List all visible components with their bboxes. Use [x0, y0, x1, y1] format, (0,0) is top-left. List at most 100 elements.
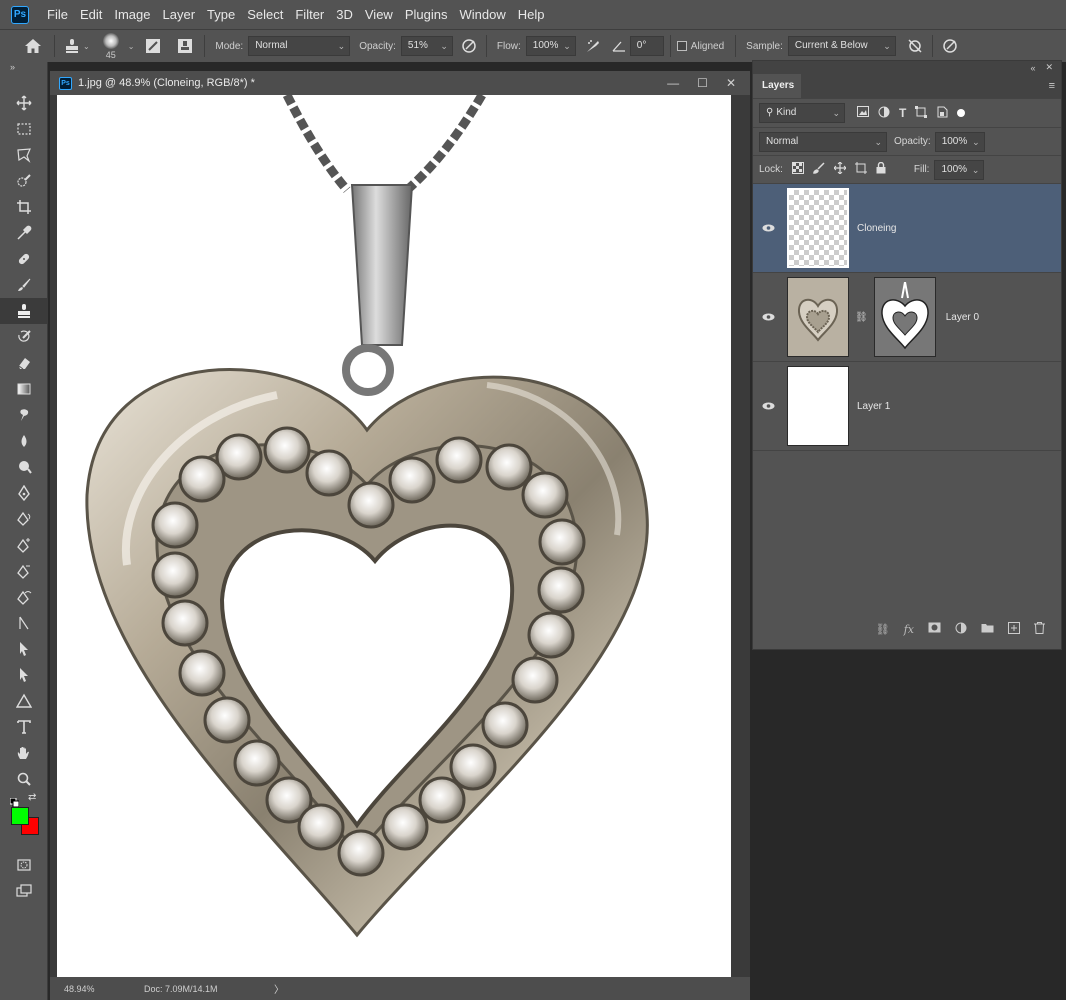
screen-mode-icon[interactable] [0, 878, 48, 904]
layer-name[interactable]: Cloneing [857, 223, 896, 234]
fx-icon[interactable]: fx [904, 623, 914, 636]
curvature-pen-tool-icon[interactable] [0, 584, 48, 610]
crop-tool-icon[interactable] [0, 194, 48, 220]
toolbar-collapse[interactable]: » [0, 62, 47, 76]
type-tool-icon[interactable] [0, 714, 48, 740]
close-icon[interactable]: ✕ [726, 76, 736, 90]
menu-help[interactable]: Help [512, 0, 551, 29]
layer-name[interactable]: Layer 1 [857, 401, 890, 412]
chevron-down-icon[interactable]: ⌄ [83, 42, 90, 51]
ps-logo-icon[interactable]: Ps [11, 5, 29, 24]
zoom-tool-icon[interactable] [0, 766, 48, 792]
maximize-icon[interactable]: ☐ [697, 76, 708, 90]
default-colors-icon[interactable] [9, 794, 20, 808]
airbrush-icon[interactable] [582, 35, 604, 57]
mask-link-icon[interactable]: ⛓ [855, 312, 868, 323]
filter-toggle-icon[interactable] [957, 109, 966, 117]
layer-row-layer-1[interactable]: Layer 1 [753, 362, 1061, 451]
swap-colors-icon[interactable]: ⇄ [28, 792, 36, 803]
filter-adjustment-icon[interactable] [878, 106, 890, 121]
document-canvas[interactable] [57, 95, 731, 977]
layer-row-cloneing[interactable]: Cloneing [753, 184, 1061, 273]
flow-field[interactable]: 100% ⌄ [525, 36, 576, 56]
direct-selection-tool-icon[interactable] [0, 662, 48, 688]
minimize-icon[interactable]: — [667, 76, 679, 90]
lock-artboard-icon[interactable] [854, 162, 867, 177]
menu-view[interactable]: View [359, 0, 399, 29]
blur-tool-icon[interactable] [0, 428, 48, 454]
foreground-color-swatch[interactable] [11, 807, 29, 825]
sample-select[interactable]: Current & Below ⌄ [787, 36, 896, 56]
delete-layer-icon[interactable] [1034, 621, 1045, 637]
visibility-eye-icon[interactable] [753, 313, 783, 321]
brush-preview[interactable]: 45 [98, 31, 124, 61]
smudge-tool-icon[interactable] [0, 402, 48, 428]
menu-type[interactable]: Type [201, 0, 241, 29]
vertical-scrollbar[interactable] [731, 95, 750, 977]
pressure-opacity-icon[interactable] [458, 35, 480, 57]
layer-thumbnail[interactable] [787, 366, 849, 446]
panel-menu-icon[interactable]: ≡ [1049, 80, 1055, 92]
filter-shape-icon[interactable] [915, 105, 928, 121]
marquee-tool-icon[interactable] [0, 116, 48, 142]
visibility-eye-icon[interactable] [753, 224, 783, 232]
visibility-eye-icon[interactable] [753, 402, 783, 410]
menu-image[interactable]: Image [108, 0, 156, 29]
lock-transparent-icon[interactable] [791, 162, 804, 177]
status-arrow-icon[interactable]: 〉 [274, 981, 284, 996]
chevron-down-icon[interactable]: ⌄ [128, 42, 135, 51]
menu-layer[interactable]: Layer [157, 0, 202, 29]
menu-file[interactable]: File [41, 0, 74, 29]
lock-all-icon[interactable] [876, 161, 886, 177]
close-panel-icon[interactable]: ✕ [1045, 62, 1053, 73]
path-selection-tool-icon[interactable] [0, 636, 48, 662]
history-brush-tool-icon[interactable] [0, 324, 48, 350]
home-icon[interactable] [22, 35, 44, 57]
collapse-panel-icon[interactable]: « [1030, 63, 1035, 73]
clone-stamp-tool-icon[interactable] [0, 298, 48, 324]
layer-opacity-field[interactable]: 100% ⌄ [934, 131, 985, 152]
gradient-tool-icon[interactable] [0, 376, 48, 402]
fill-field[interactable]: 100% ⌄ [934, 159, 985, 180]
zoom-level[interactable]: 48.94% [64, 984, 144, 994]
layer-mask-thumbnail[interactable] [873, 277, 936, 357]
quick-selection-tool-icon[interactable] [0, 168, 48, 194]
tab-layers[interactable]: Layers [753, 74, 801, 98]
lasso-tool-icon[interactable] [0, 142, 48, 168]
add-mask-icon[interactable] [928, 622, 941, 636]
layer-thumbnail[interactable] [787, 188, 849, 268]
menu-plugins[interactable]: Plugins [399, 0, 454, 29]
opacity-field[interactable]: 51% ⌄ [400, 36, 453, 56]
filter-pixel-icon[interactable] [857, 106, 869, 120]
angle-field[interactable]: 0° [629, 36, 664, 56]
document-tab[interactable]: Ps 1.jpg @ 48.9% (Cloneing, RGB/8*) * — … [50, 71, 750, 95]
shape-tool-icon[interactable] [0, 688, 48, 714]
dodge-tool-icon[interactable] [0, 454, 48, 480]
ignore-adjustment-icon[interactable] [904, 35, 926, 57]
blend-mode-select[interactable]: Normal ⌄ [759, 131, 887, 152]
menu-select[interactable]: Select [241, 0, 289, 29]
new-layer-icon[interactable] [1008, 621, 1020, 637]
lock-position-icon[interactable] [833, 161, 847, 177]
healing-brush-tool-icon[interactable] [0, 246, 48, 272]
add-anchor-tool-icon[interactable] [0, 532, 48, 558]
move-tool-icon[interactable] [0, 90, 48, 116]
brush-tool-icon[interactable] [0, 272, 48, 298]
eyedropper-tool-icon[interactable] [0, 220, 48, 246]
new-group-icon[interactable] [981, 622, 994, 636]
menu-window[interactable]: Window [453, 0, 511, 29]
eraser-tool-icon[interactable] [0, 350, 48, 376]
menu-3d[interactable]: 3D [330, 0, 359, 29]
filter-type-icon[interactable]: T [899, 106, 906, 120]
clone-stamp-preset-icon[interactable] [61, 35, 83, 57]
brush-settings-icon[interactable] [142, 35, 164, 57]
convert-point-tool-icon[interactable] [0, 610, 48, 636]
filter-smart-object-icon[interactable] [936, 106, 948, 121]
menu-filter[interactable]: Filter [289, 0, 330, 29]
lock-pixels-icon[interactable] [813, 162, 825, 177]
aligned-checkbox[interactable] [676, 41, 687, 51]
delete-anchor-tool-icon[interactable] [0, 558, 48, 584]
layer-thumbnail[interactable] [787, 277, 849, 357]
layer-row-layer-0[interactable]: ⛓ Layer 0 [753, 273, 1061, 362]
link-layers-icon[interactable]: ⛓ [876, 623, 890, 636]
